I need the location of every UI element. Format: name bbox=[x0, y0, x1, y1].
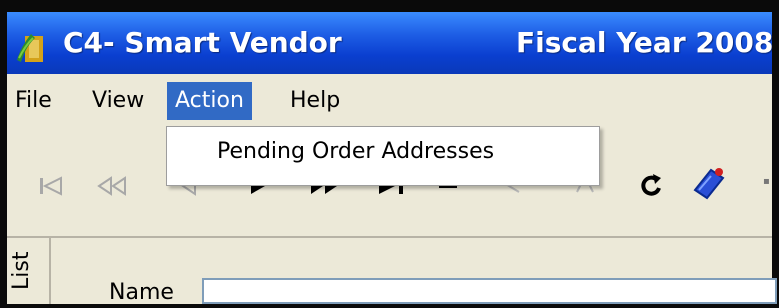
menu-action[interactable]: Action bbox=[167, 82, 252, 120]
fiscal-year-label: Fiscal Year 2008 bbox=[516, 26, 772, 59]
content-area: List Name bbox=[7, 236, 777, 305]
prev-page-icon[interactable] bbox=[95, 174, 131, 198]
menu-item-pending-order-addresses[interactable]: Pending Order Addresses bbox=[217, 139, 494, 164]
toolbar-overflow-icon: ▪ bbox=[763, 176, 770, 187]
menu-help[interactable]: Help bbox=[282, 82, 348, 120]
menu-bar: File View Action Help bbox=[7, 74, 772, 126]
name-label: Name bbox=[109, 280, 174, 305]
title-bar[interactable]: C4- Smart Vendor Fiscal Year 2008 bbox=[7, 12, 772, 74]
side-tab-label: List bbox=[9, 251, 34, 290]
menu-file[interactable]: File bbox=[7, 82, 60, 120]
side-tab-list[interactable]: List bbox=[7, 238, 51, 304]
tag-icon[interactable] bbox=[689, 164, 729, 204]
refresh-icon[interactable] bbox=[639, 170, 665, 198]
first-record-icon[interactable] bbox=[37, 174, 71, 198]
app-icon bbox=[17, 34, 43, 62]
screenshot-frame: C4- Smart Vendor Fiscal Year 2008 File V… bbox=[0, 0, 779, 308]
action-dropdown-menu: Pending Order Addresses bbox=[166, 126, 600, 186]
name-input[interactable] bbox=[202, 278, 777, 304]
menu-view[interactable]: View bbox=[84, 82, 152, 120]
window-title: C4- Smart Vendor bbox=[63, 26, 342, 59]
